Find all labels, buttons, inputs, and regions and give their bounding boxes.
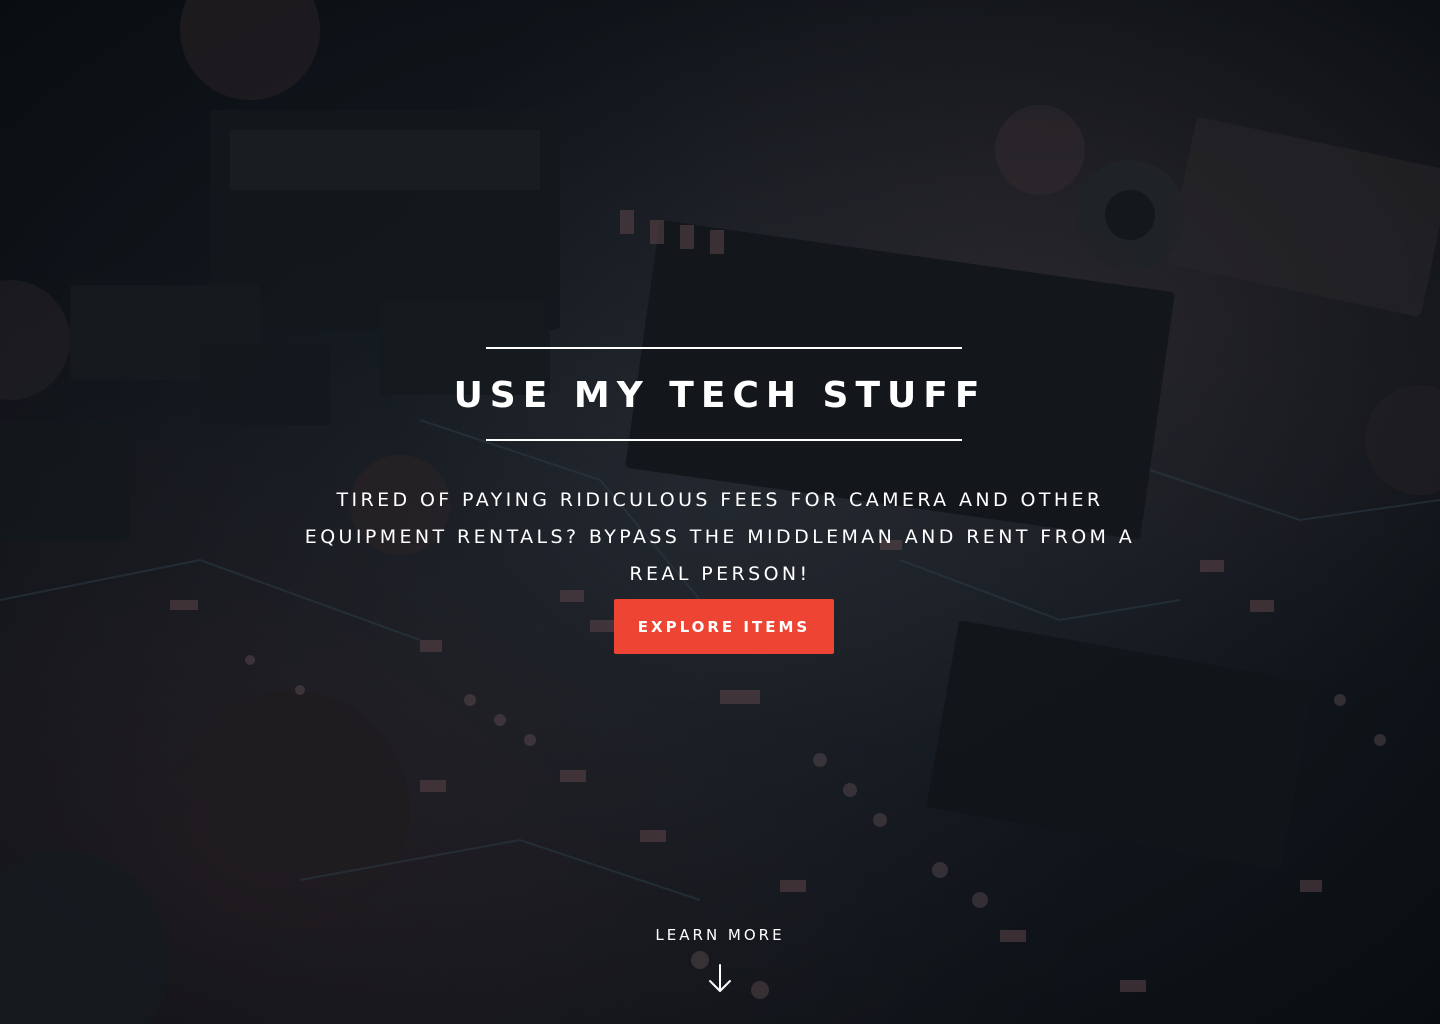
explore-items-button[interactable]: EXPLORE ITEMS [614,599,834,654]
page-title: USE MY TECH STUFF [453,375,987,416]
hero-content: USE MY TECH STUFF TIRED OF PAYING RIDICU… [0,0,1440,1024]
title-top-rule [486,347,962,349]
learn-more-link[interactable]: LEARN MORE [570,920,870,994]
learn-more-label: LEARN MORE [655,926,785,944]
hero-tagline: TIRED OF PAYING RIDICULOUS FEES FOR CAME… [304,489,1136,585]
title-bottom-rule [486,439,962,441]
arrow-down-icon [709,964,731,992]
hero-section: USE MY TECH STUFF TIRED OF PAYING RIDICU… [0,0,1440,1024]
